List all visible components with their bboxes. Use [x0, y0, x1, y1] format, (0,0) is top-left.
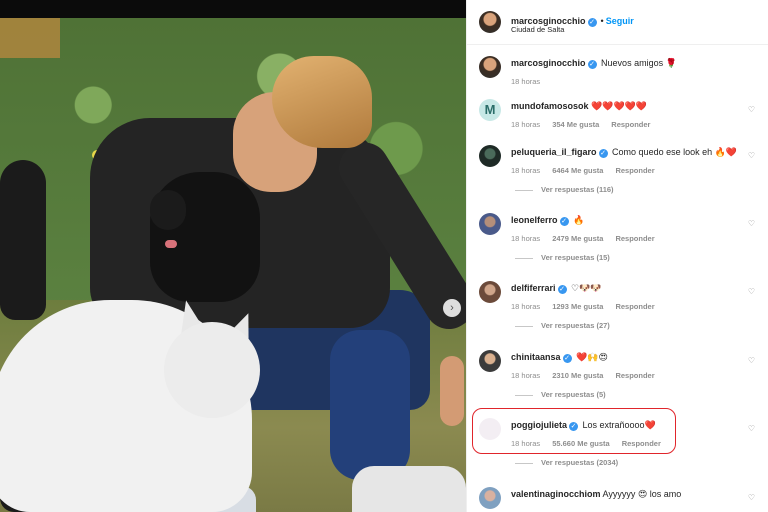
comment-body: ♡🐶🐶	[571, 283, 602, 293]
comment-username[interactable]: chinitaansa	[511, 352, 561, 362]
heart-outline-icon[interactable]: ♡	[748, 287, 755, 296]
comment-time[interactable]: 18 horas	[511, 302, 540, 311]
cat-tail	[0, 160, 46, 320]
post-photo[interactable]: ›	[0, 0, 466, 512]
shoe	[352, 466, 466, 512]
comment-text: chinitaansa ✓ ❤️🙌😍	[511, 352, 608, 363]
reply-button[interactable]: Responder	[615, 302, 654, 311]
comment-likes[interactable]: 2310 Me gusta	[552, 371, 603, 380]
comment-time[interactable]: 18 horas	[511, 120, 540, 129]
comment-likes[interactable]: 2479 Me gusta	[552, 234, 603, 243]
caption-meta: 18 horas	[511, 77, 552, 86]
reply-button[interactable]: Responder	[615, 234, 654, 243]
comment-username[interactable]: leonelferro	[511, 215, 558, 225]
commenter-avatar[interactable]	[479, 350, 501, 372]
comment-text: peluqueria_il_figaro ✓ Como quedo ese loo…	[511, 147, 737, 158]
author-avatar[interactable]	[479, 56, 501, 78]
view-replies-button[interactable]: Ver respuestas (5)	[515, 390, 606, 399]
heart-outline-icon[interactable]: ♡	[748, 356, 755, 365]
author-avatar[interactable]	[479, 11, 501, 33]
follow-button[interactable]: Seguir	[606, 16, 634, 26]
man-hair	[272, 56, 372, 148]
commenter-avatar[interactable]	[479, 213, 501, 235]
heart-outline-icon[interactable]: ♡	[748, 151, 755, 160]
comment-meta: 18 horas 354 Me gusta Responder	[511, 120, 662, 129]
comment-time[interactable]: 18 horas	[511, 166, 540, 175]
comment-meta: 18 horas 2310 Me gusta Responder	[511, 371, 667, 380]
comment-text: mundofamososok ❤️❤️❤️❤️❤️	[511, 101, 647, 112]
commenter-avatar[interactable]: M	[479, 99, 501, 121]
replies-label[interactable]: Ver respuestas (15)	[541, 253, 610, 262]
comment-body: ❤️❤️❤️❤️❤️	[591, 101, 648, 111]
separator-dot: •	[600, 16, 604, 26]
replies-label[interactable]: Ver respuestas (27)	[541, 321, 610, 330]
replies-label[interactable]: Ver respuestas (2034)	[541, 458, 618, 467]
heart-outline-icon[interactable]: ♡	[748, 424, 755, 433]
replies-label[interactable]: Ver respuestas (116)	[541, 185, 614, 194]
caption-time[interactable]: 18 horas	[511, 77, 540, 86]
post-location[interactable]: Ciudad de Salta	[511, 25, 564, 34]
comment-body: Ayyyyyy 😍 los amo	[602, 489, 682, 499]
chevron-right-icon[interactable]: ›	[443, 299, 461, 317]
verified-badge-icon: ✓	[587, 18, 597, 27]
comment-time[interactable]: 18 horas	[511, 371, 540, 380]
man-leg	[330, 330, 410, 480]
highlight-annotation	[472, 408, 676, 454]
commenter-avatar[interactable]	[479, 145, 501, 167]
view-replies-button[interactable]: Ver respuestas (2034)	[515, 458, 618, 467]
verified-badge-icon: ✓	[557, 285, 567, 294]
replies-line	[515, 462, 533, 464]
comment-body: Como quedo ese look eh 🔥❤️	[612, 147, 738, 157]
post-header: marcosginocchio ✓ • Seguir Ciudad de Salta	[467, 0, 768, 45]
heart-outline-icon[interactable]: ♡	[748, 105, 755, 114]
caption-username[interactable]: marcosginocchio	[511, 58, 586, 68]
wall-background	[0, 18, 60, 58]
verified-badge-icon: ✓	[587, 60, 597, 69]
puppy-ear	[150, 190, 186, 230]
reply-button[interactable]: Responder	[615, 166, 654, 175]
comment-text: leonelferro ✓ 🔥	[511, 215, 584, 226]
commenter-avatar[interactable]	[479, 281, 501, 303]
replies-line	[515, 325, 533, 327]
view-replies-button[interactable]: Ver respuestas (15)	[515, 253, 610, 262]
comment-body: 🔥	[573, 215, 585, 225]
comment-likes[interactable]: 6464 Me gusta	[552, 166, 603, 175]
comment-username[interactable]: valentinaginocchiom	[511, 489, 601, 499]
heart-outline-icon[interactable]: ♡	[748, 219, 755, 228]
puppy-tongue	[165, 240, 177, 248]
comment-meta: 18 horas 2479 Me gusta Responder	[511, 234, 667, 243]
comment-meta: 18 horas 6464 Me gusta Responder	[511, 166, 667, 175]
reply-button[interactable]: Responder	[611, 120, 650, 129]
comment-likes[interactable]: 1293 Me gusta	[552, 302, 603, 311]
cat-head	[164, 322, 260, 418]
view-replies-button[interactable]: Ver respuestas (116)	[515, 185, 614, 194]
verified-badge-icon: ✓	[598, 149, 608, 158]
man-hand	[440, 356, 464, 426]
verified-badge-icon: ✓	[559, 217, 569, 226]
comment-body: ❤️🙌😍	[576, 352, 608, 362]
comment-username[interactable]: mundofamososok	[511, 101, 589, 111]
replies-line	[515, 394, 533, 396]
replies-line	[515, 257, 533, 259]
reply-button[interactable]: Responder	[615, 371, 654, 380]
comment-time[interactable]: 18 horas	[511, 234, 540, 243]
top-black-bar	[0, 0, 466, 18]
commenter-avatar[interactable]	[479, 487, 501, 509]
caption-text: marcosginocchio ✓ Nuevos amigos 🌹	[511, 58, 677, 69]
caption-body: Nuevos amigos 🌹	[601, 58, 677, 68]
comment-meta: 18 horas 1293 Me gusta Responder	[511, 302, 667, 311]
replies-label[interactable]: Ver respuestas (5)	[541, 390, 606, 399]
comment-likes[interactable]: 354 Me gusta	[552, 120, 599, 129]
comment-username[interactable]: peluqueria_il_figaro	[511, 147, 597, 157]
comment-text: valentinaginocchiom Ayyyyyy 😍 los amo	[511, 489, 681, 500]
replies-line	[515, 189, 533, 191]
view-replies-button[interactable]: Ver respuestas (27)	[515, 321, 610, 330]
verified-badge-icon: ✓	[562, 354, 572, 363]
comment-username[interactable]: delfiferrari	[511, 283, 556, 293]
comment-text: delfiferrari ✓ ♡🐶🐶	[511, 283, 602, 294]
heart-outline-icon[interactable]: ♡	[748, 493, 755, 502]
